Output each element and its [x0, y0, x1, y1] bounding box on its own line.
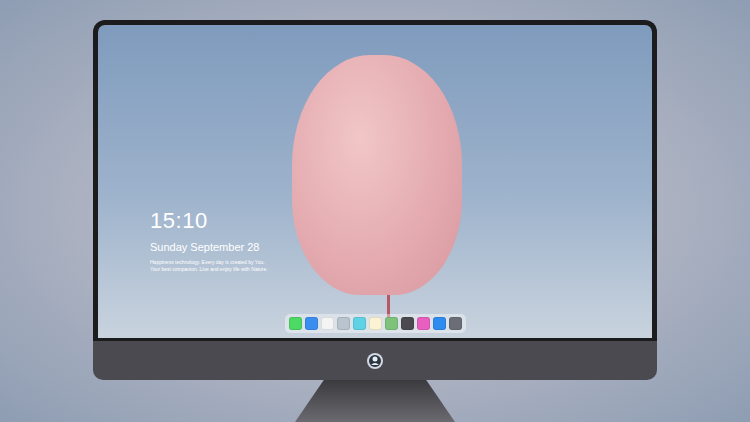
- clock-caption: Happiness technology. Every day is creat…: [150, 259, 652, 273]
- dock-app-icon[interactable]: [337, 317, 350, 330]
- dock-app-icon[interactable]: [401, 317, 414, 330]
- dock-app-icon[interactable]: [449, 317, 462, 330]
- monitor: 15:10 Sunday September 28 Happiness techno…: [93, 20, 657, 380]
- dock-app-icon[interactable]: [321, 317, 334, 330]
- screen: 15:10 Sunday September 28 Happiness techno…: [93, 20, 657, 338]
- monitor-chin: [93, 338, 657, 380]
- clock-block: 15:10 Sunday September 28 Happiness techno…: [98, 25, 652, 273]
- dock-app-icon[interactable]: [289, 317, 302, 330]
- clock-date: Sunday September 28: [150, 240, 652, 254]
- screen-content: 15:10 Sunday September 28 Happiness techno…: [98, 25, 652, 338]
- dock-app-icon[interactable]: [433, 317, 446, 330]
- dock-app-icon[interactable]: [385, 317, 398, 330]
- dock-app-icon[interactable]: [369, 317, 382, 330]
- wallpaper-photo: [98, 25, 652, 338]
- dock-app-icon[interactable]: [353, 317, 366, 330]
- dock: [285, 314, 466, 333]
- monitor-stand: [295, 380, 455, 422]
- clock-time: 15:10: [150, 208, 652, 234]
- dock-app-icon[interactable]: [305, 317, 318, 330]
- brand-logo-icon: [366, 352, 384, 370]
- page: 15:10 Sunday September 28 Happiness techno…: [0, 0, 750, 422]
- dock-app-icon[interactable]: [417, 317, 430, 330]
